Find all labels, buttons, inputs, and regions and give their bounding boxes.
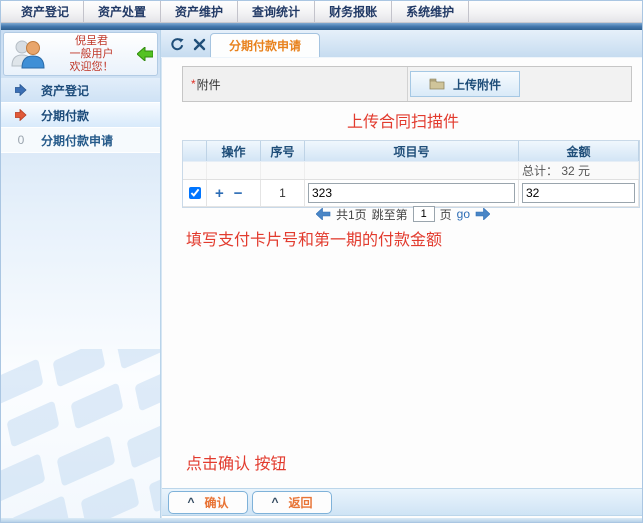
sidebar-item-installment-apply[interactable]: 0 分期付款申请 (1, 128, 161, 153)
attachment-label: 附件 (197, 76, 221, 93)
pagination: 共1页 跳至第 页 go (162, 205, 643, 223)
add-row-button[interactable]: + (210, 185, 229, 202)
user-info: 倪呈君 一般用户 欢迎您！ (46, 35, 137, 74)
user-panel: 倪呈君 一般用户 欢迎您！ (3, 32, 158, 76)
refresh-icon[interactable] (170, 37, 185, 52)
top-menu-asset-register[interactable]: 资产登记 (7, 1, 84, 22)
sidebar-item-label: 分期付款 (41, 107, 89, 124)
total-amount-text: 总计： 32 元 (519, 162, 639, 179)
page-suffix-text: 页 (440, 206, 452, 223)
go-link[interactable]: go (457, 207, 470, 221)
remove-row-button[interactable]: − (229, 185, 248, 202)
tab-installment-apply[interactable]: 分期付款申请 (210, 33, 320, 57)
main-area: 分期付款申请 * 附件 上传附件 (161, 30, 643, 523)
top-menu-asset-disposal[interactable]: 资产处置 (84, 1, 161, 22)
page-number-input[interactable] (413, 206, 435, 222)
project-number-input[interactable] (308, 183, 515, 203)
user-avatar-icon (10, 38, 46, 70)
back-button-label: 返回 (289, 494, 313, 511)
top-menu-bar: 资产登记 资产处置 资产维护 查询统计 财务报账 系统维护 (1, 1, 643, 23)
row-checkbox[interactable] (189, 187, 201, 199)
table-header-row: 操作 序号 项目号 金额 (183, 141, 639, 161)
user-role: 一般用户 (46, 48, 137, 61)
annotation-confirm-note: 点击确认 按钮 (186, 450, 286, 474)
header-operation: 操作 (207, 141, 261, 161)
top-blue-strip (1, 23, 643, 30)
bottom-window-edge (1, 518, 643, 522)
folder-icon (429, 78, 445, 90)
sidebar-nav: 资产登记 分期付款 0 分期付款申请 (1, 78, 161, 153)
required-star: * (191, 77, 196, 91)
footer-toolbar: ^ 确认 ^ 返回 (162, 488, 643, 516)
top-menu-query-stats[interactable]: 查询统计 (238, 1, 315, 22)
collapse-sidebar-arrow-icon[interactable] (137, 47, 153, 61)
table-row: + − 1 (183, 180, 639, 207)
header-amount: 金额 (519, 141, 639, 161)
app-window: 资产登记 资产处置 资产维护 查询统计 财务报账 系统维护 倪呈君 一般用户 欢… (0, 0, 643, 523)
sidebar-item-label: 分期付款申请 (41, 132, 113, 149)
attachment-label-cell: * 附件 (183, 67, 408, 101)
prev-page-icon[interactable] (316, 208, 331, 220)
installment-table: 操作 序号 项目号 金额 总计： 32 元 (182, 140, 640, 208)
header-project: 项目号 (305, 141, 519, 161)
row-seq: 1 (261, 180, 305, 206)
upload-attachment-button[interactable]: 上传附件 (410, 71, 520, 97)
close-icon[interactable] (192, 37, 207, 52)
page-total-text: 共1页 (336, 206, 367, 223)
red-arrow-icon (15, 109, 27, 121)
blue-arrow-icon (15, 84, 27, 96)
back-button[interactable]: ^ 返回 (252, 491, 332, 514)
top-menu-system-maintenance[interactable]: 系统维护 (392, 1, 469, 22)
caret-icon: ^ (187, 497, 194, 507)
sidebar-item-asset-register[interactable]: 资产登记 (1, 78, 161, 103)
annotation-fill-note: 填写支付卡片号和第一期的付款金额 (186, 226, 442, 250)
sidebar-item-label: 资产登记 (41, 82, 89, 99)
confirm-button[interactable]: ^ 确认 (168, 491, 248, 514)
amount-input[interactable] (522, 183, 635, 203)
content-panel: * 附件 上传附件 上传合同扫描件 (161, 58, 643, 523)
upload-button-label: 上传附件 (453, 76, 501, 93)
user-name: 倪呈君 (46, 35, 137, 48)
annotation-upload-note: 上传合同扫描件 (162, 108, 643, 132)
table-summary-row: 总计： 32 元 (183, 161, 639, 180)
keyboard-decoration (1, 349, 161, 523)
confirm-button-label: 确认 (205, 494, 229, 511)
attachment-row: * 附件 上传附件 (182, 66, 632, 102)
header-checkbox-col (183, 141, 207, 161)
user-welcome: 欢迎您！ (46, 61, 137, 74)
jump-prefix-text: 跳至第 (372, 206, 408, 223)
sidebar-item-installment-payment[interactable]: 分期付款 (1, 103, 161, 128)
top-menu-asset-maintenance[interactable]: 资产维护 (161, 1, 238, 22)
item-prefix: 0 (15, 133, 27, 147)
top-menu-finance-report[interactable]: 财务报账 (315, 1, 392, 22)
caret-icon: ^ (271, 497, 278, 507)
sidebar: 倪呈君 一般用户 欢迎您！ 资产登记 分期付款 0 (1, 30, 161, 523)
attachment-button-cell: 上传附件 (408, 67, 631, 101)
tab-strip: 分期付款申请 (161, 30, 643, 58)
header-seq: 序号 (261, 141, 305, 161)
next-page-icon[interactable] (475, 208, 490, 220)
